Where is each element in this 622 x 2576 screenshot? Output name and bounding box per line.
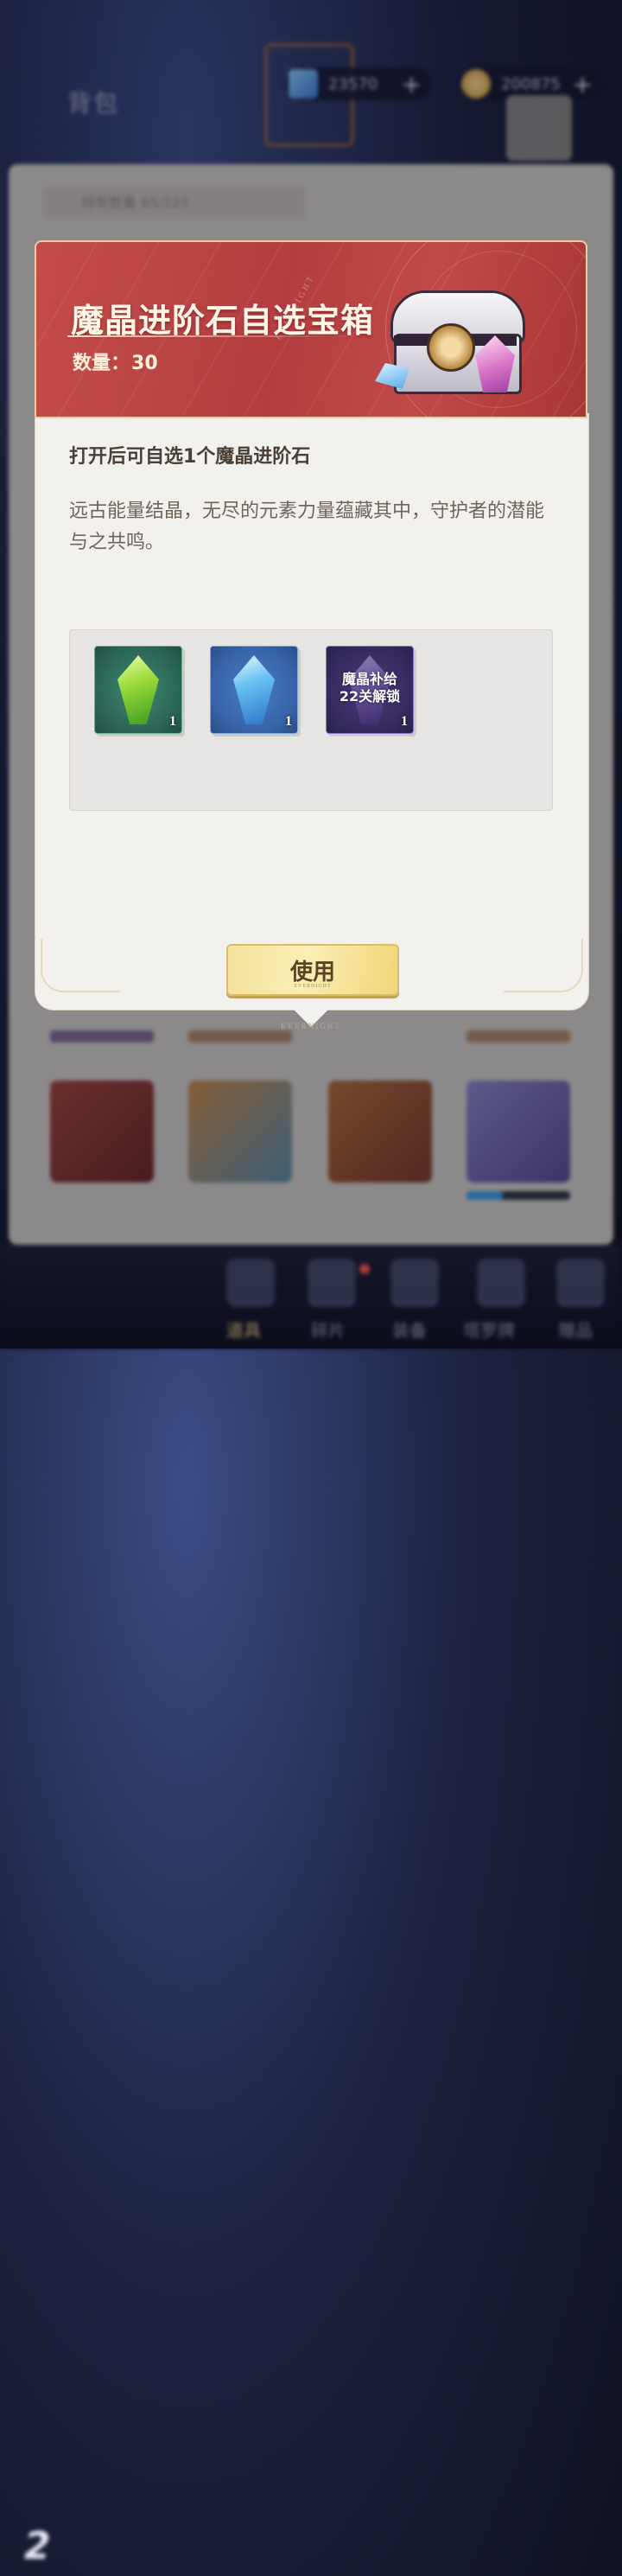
reward-count: 1 <box>401 714 408 729</box>
item-quantity: 数量：30 <box>71 348 158 375</box>
footer-brand-mark: EVERNIGHT <box>281 1022 341 1030</box>
locked-label: 魔晶补给 22关解锁 <box>327 671 413 705</box>
item-lore-text: 远古能量结晶，无尽的元素力量蕴藏其中，守护者的潜能与之共鸣。 <box>69 501 545 553</box>
item-title: 魔晶进阶石自选宝箱 <box>71 301 375 340</box>
item-detail-dialog: EVERNIGHT EVERNIGHT 魔晶进阶石自选宝箱 数量：30 打开后可… <box>35 240 589 1030</box>
blue-crystal-icon <box>233 655 275 724</box>
treasure-chest-icon <box>375 285 529 399</box>
reward-count: 1 <box>169 714 176 729</box>
quantity-label: 数量： <box>73 353 130 374</box>
game-logo: 2 <box>24 2524 51 2568</box>
use-button[interactable]: 使用 EVERNIGHT <box>226 944 399 996</box>
reward-list: 1 1 魔晶补给 22关解锁 1 <box>69 629 553 811</box>
use-button-subtext: EVERNIGHT <box>294 984 332 989</box>
green-crystal-icon <box>117 655 159 724</box>
locked-label-line2: 22关解锁 <box>339 688 401 705</box>
title-underline <box>67 335 370 337</box>
use-button-label: 使用 <box>289 959 335 985</box>
item-effect-text: 打开后可自选1个魔晶进阶石 <box>69 446 311 468</box>
dialog-header: EVERNIGHT 魔晶进阶石自选宝箱 数量：30 <box>35 240 587 418</box>
corner-ornament <box>41 939 120 992</box>
corner-ornament <box>504 939 583 992</box>
reward-item-blue-crystal[interactable]: 1 <box>210 646 298 734</box>
reward-item-locked-crystal[interactable]: 魔晶补给 22关解锁 1 <box>326 646 414 734</box>
reward-count: 1 <box>285 714 292 729</box>
reward-item-green-crystal[interactable]: 1 <box>94 646 182 734</box>
locked-label-line1: 魔晶补给 <box>341 671 397 687</box>
quantity-value: 30 <box>131 353 158 374</box>
